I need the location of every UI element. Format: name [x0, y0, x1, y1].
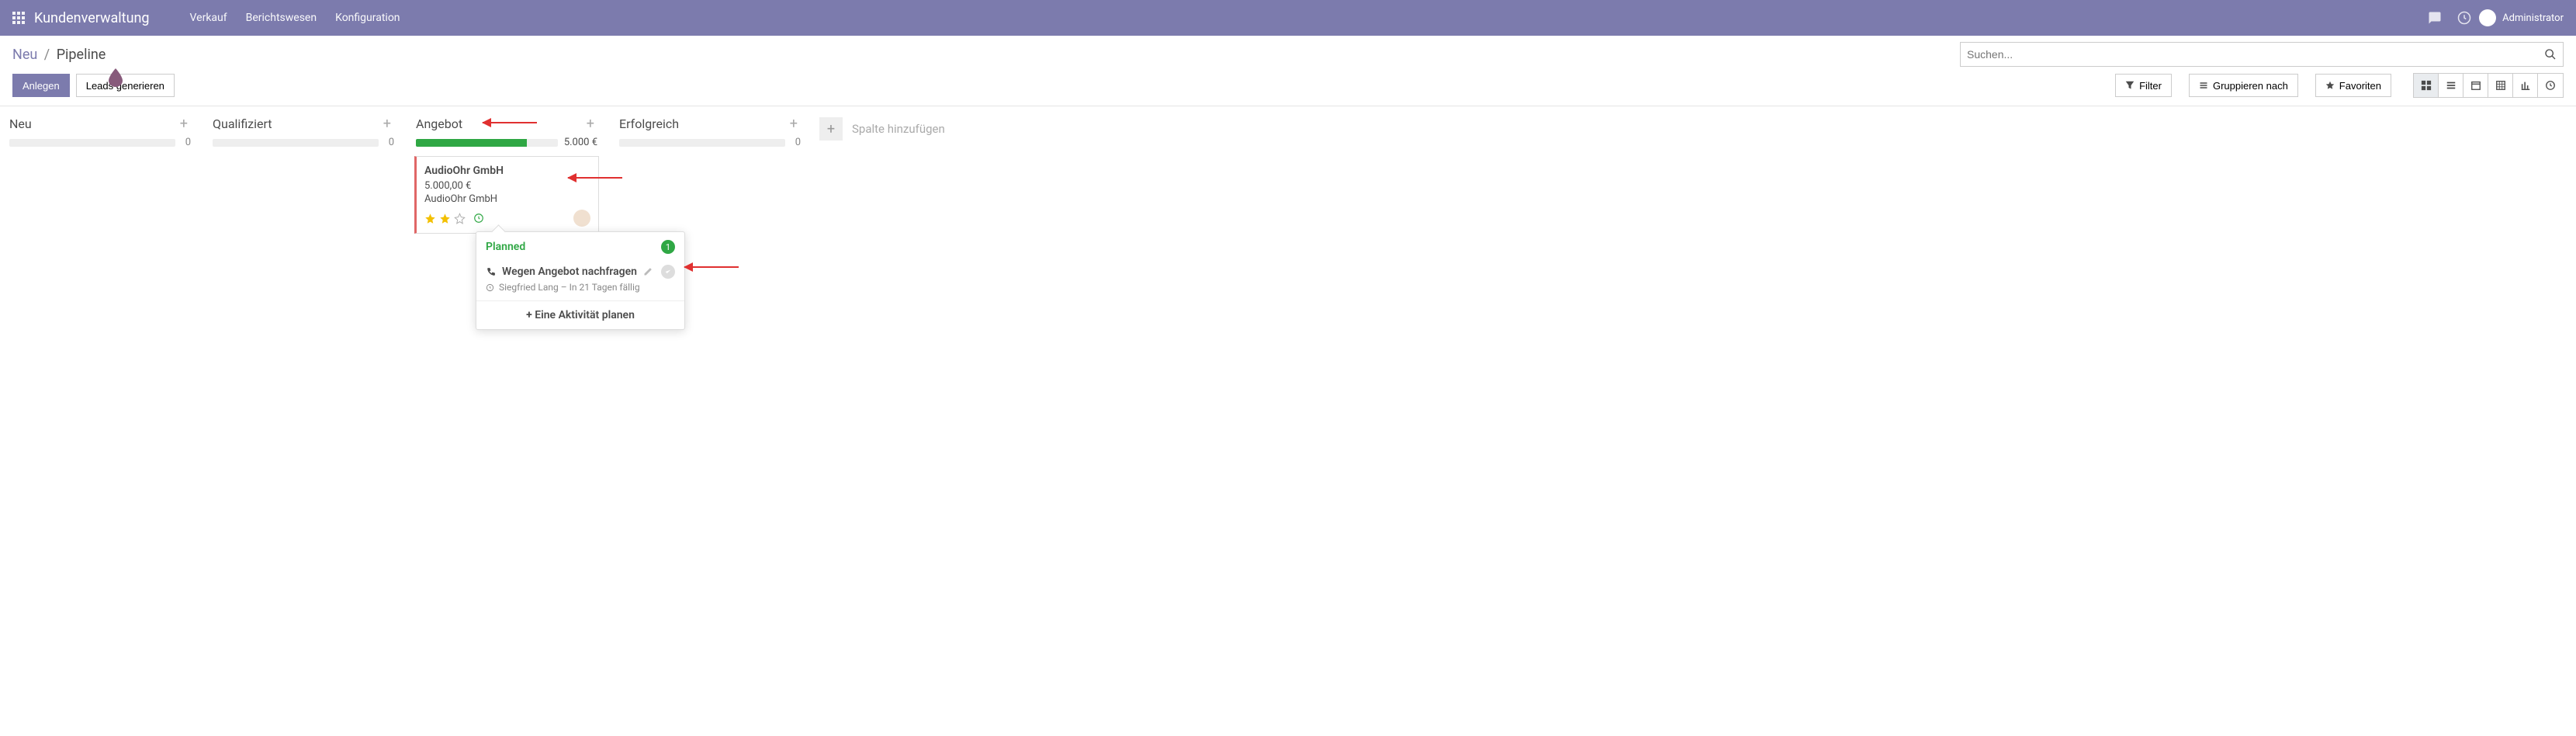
group-by-button[interactable]: Gruppieren nach	[2189, 74, 2298, 97]
favorites-label: Favoriten	[2339, 80, 2381, 92]
edit-icon[interactable]	[643, 267, 653, 276]
card-company: AudioOhr GmbH	[424, 193, 590, 205]
button-bar: Anlegen Leads generieren Filter Gruppier…	[0, 70, 2576, 106]
kanban-column-erfolgreich: Erfolgreich + 0	[616, 114, 804, 156]
user-menu[interactable]: Administrator	[2479, 9, 2564, 26]
view-switcher	[2413, 73, 2564, 98]
kanban-board: Neu + 0 Qualifiziert + 0 Angebot + 5.0	[0, 106, 2576, 241]
assignee-avatar[interactable]	[573, 210, 590, 227]
breadcrumb: Neu / Pipeline	[12, 47, 106, 63]
view-list[interactable]	[2439, 74, 2463, 97]
column-count: 0	[182, 137, 191, 148]
clock-icon[interactable]	[2457, 11, 2471, 25]
column-title[interactable]: Angebot	[416, 116, 583, 131]
plan-activity-button[interactable]: + Eine Aktivität planen	[476, 300, 684, 329]
star-icon[interactable]	[424, 213, 436, 224]
apps-icon[interactable]	[12, 12, 25, 24]
column-progress-bar	[213, 139, 379, 147]
card-amount: 5.000,00 €	[424, 180, 590, 192]
star-icon[interactable]	[439, 213, 451, 224]
control-bar: Neu / Pipeline	[0, 36, 2576, 70]
search-box[interactable]	[1960, 42, 2564, 67]
callout-arrow-icon	[483, 122, 537, 123]
phone-icon	[486, 267, 496, 277]
column-add-icon[interactable]: +	[177, 116, 191, 132]
breadcrumb-sep: /	[44, 47, 50, 63]
callout-arrow-icon	[684, 266, 739, 268]
column-count: 0	[791, 137, 801, 148]
favorites-button[interactable]: Favoriten	[2315, 74, 2391, 97]
user-name: Administrator	[2502, 12, 2564, 24]
filter-label: Filter	[2139, 80, 2162, 92]
star-icon[interactable]	[454, 213, 466, 224]
column-count: 0	[385, 137, 394, 148]
view-calendar[interactable]	[2463, 74, 2488, 97]
menu-verkauf[interactable]: Verkauf	[181, 12, 237, 24]
activity-clock-icon[interactable]	[473, 213, 484, 224]
activity-title: Wegen Angebot nachfragen	[502, 266, 637, 278]
add-column-icon[interactable]: +	[819, 117, 843, 141]
popover-badge: 1	[661, 240, 675, 254]
filter-button[interactable]: Filter	[2115, 74, 2172, 97]
popover-section-title: Planned	[486, 241, 661, 253]
funnel-icon	[2125, 81, 2135, 90]
column-add-icon[interactable]: +	[583, 116, 597, 132]
column-progress-bar	[416, 139, 558, 147]
view-pivot[interactable]	[2488, 74, 2513, 97]
column-title[interactable]: Erfolgreich	[619, 116, 787, 131]
menu-berichtswesen[interactable]: Berichtswesen	[237, 12, 326, 24]
kanban-card[interactable]: AudioOhr GmbH 5.000,00 € AudioOhr GmbH P…	[414, 156, 599, 234]
create-button[interactable]: Anlegen	[12, 74, 70, 97]
column-add-icon[interactable]: +	[787, 116, 801, 132]
group-by-label: Gruppieren nach	[2213, 80, 2288, 92]
view-graph[interactable]	[2513, 74, 2538, 97]
kanban-column-neu: Neu + 0	[6, 114, 194, 156]
app-title: Kundenverwaltung	[34, 10, 150, 26]
menu-konfiguration[interactable]: Konfiguration	[326, 12, 409, 24]
callout-arrow-icon	[568, 177, 622, 179]
column-add-icon[interactable]: +	[380, 116, 394, 132]
activity-popover: Planned 1 Wegen Angebot nachfragen	[476, 231, 685, 330]
column-title[interactable]: Qualifiziert	[213, 116, 380, 131]
column-progress-bar	[9, 139, 175, 147]
column-title[interactable]: Neu	[9, 116, 177, 131]
add-column-label: Spalte hinzufügen	[852, 122, 945, 136]
view-kanban[interactable]	[2414, 74, 2439, 97]
generate-leads-button[interactable]: Leads generieren	[76, 74, 175, 97]
search-icon[interactable]	[2544, 48, 2557, 61]
card-title: AudioOhr GmbH	[424, 165, 590, 177]
column-amount: 5.000 €	[564, 137, 597, 148]
star-icon	[2325, 81, 2335, 90]
clock-small-icon	[486, 283, 494, 292]
kanban-column-qualifiziert: Qualifiziert + 0	[209, 114, 397, 156]
add-column[interactable]: + Spalte hinzufügen	[819, 114, 945, 141]
drop-indicator-icon	[109, 68, 123, 87]
view-activity[interactable]	[2538, 74, 2563, 97]
chat-icon[interactable]	[2428, 11, 2442, 25]
breadcrumb-parent[interactable]: Neu	[12, 47, 37, 63]
search-input[interactable]	[1967, 48, 2544, 61]
top-nav: Kundenverwaltung Verkauf Berichtswesen K…	[0, 0, 2576, 36]
list-icon	[2199, 81, 2208, 90]
column-progress-bar	[619, 139, 785, 147]
kanban-column-angebot: Angebot + 5.000 € AudioOhr GmbH 5.000,00…	[413, 114, 601, 234]
activity-meta: Siegfried Lang – In 21 Tagen fällig	[499, 282, 640, 293]
breadcrumb-current: Pipeline	[57, 47, 106, 63]
mark-done-button[interactable]	[661, 265, 675, 279]
avatar	[2479, 9, 2496, 26]
